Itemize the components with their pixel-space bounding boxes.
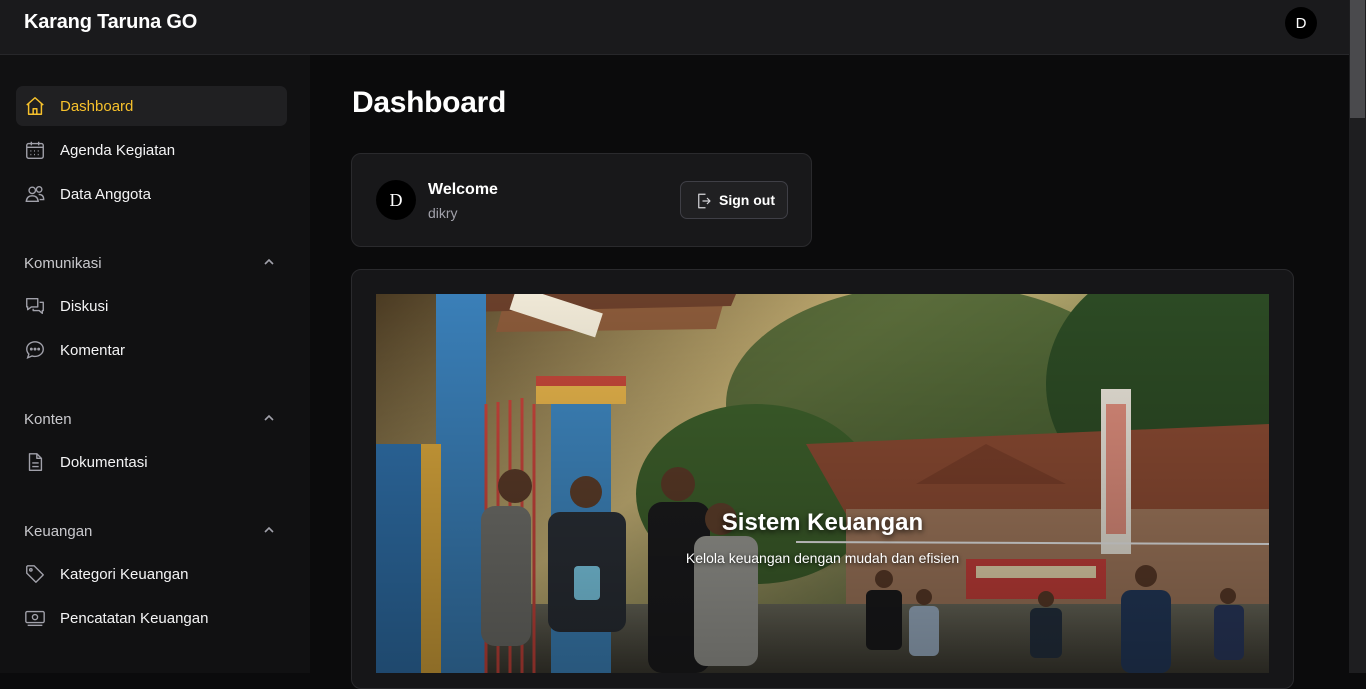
- sign-out-button[interactable]: Sign out: [680, 181, 788, 219]
- sidebar-item-label: Data Anggota: [60, 185, 151, 203]
- banner-title: Sistem Keuangan: [721, 509, 924, 536]
- top-bar: Karang Taruna GO D: [0, 0, 1349, 55]
- users-icon: [25, 185, 45, 203]
- chevron-up-icon[interactable]: [262, 411, 276, 425]
- section-label-komunikasi: Komunikasi: [24, 255, 102, 272]
- calendar-icon: [26, 141, 44, 159]
- sidebar-item-label: Komentar: [60, 341, 126, 359]
- sign-out-label: Sign out: [719, 192, 775, 208]
- chevron-up-icon[interactable]: [262, 255, 276, 269]
- banner-subtitle: Kelola keuangan dengan mudah dan efisien: [685, 550, 960, 566]
- scrollbar-thumb[interactable]: [1350, 0, 1365, 118]
- welcome-title: Welcome: [428, 181, 498, 198]
- section-label-konten: Konten: [24, 411, 72, 428]
- chevron-up-icon[interactable]: [262, 523, 276, 537]
- user-avatar[interactable]: D: [1285, 7, 1317, 39]
- page-scrollbar[interactable]: [1349, 0, 1366, 673]
- sidebar-item-pencatatan-keuangan[interactable]: Pencatatan Keuangan: [16, 598, 287, 638]
- welcome-card: D Welcome dikry Sign out: [351, 153, 812, 247]
- sidebar-item-dashboard[interactable]: Dashboard: [16, 86, 287, 126]
- document-icon: [28, 453, 43, 471]
- chat-bubbles-icon: [26, 297, 44, 315]
- sidebar: Dashboard Agenda Kegiatan Data Anggota K…: [0, 55, 310, 673]
- sidebar-item-label: Kategori Keuangan: [60, 565, 189, 583]
- sidebar-item-label: Dokumentasi: [60, 453, 148, 471]
- sidebar-item-label: Pencatatan Keuangan: [60, 609, 209, 627]
- sidebar-item-label: Dashboard: [60, 97, 134, 115]
- sidebar-item-komentar[interactable]: Komentar: [16, 330, 287, 370]
- tag-icon: [26, 565, 44, 583]
- sign-out-icon: [698, 193, 711, 209]
- hero-banner: Sistem Keuangan Kelola keuangan dengan m…: [376, 294, 1269, 673]
- sidebar-item-agenda-kegiatan[interactable]: Agenda Kegiatan: [16, 130, 287, 170]
- sidebar-item-kategori-keuangan[interactable]: Kategori Keuangan: [16, 554, 287, 594]
- welcome-username: dikry: [428, 205, 458, 221]
- sidebar-item-dokumentasi[interactable]: Dokumentasi: [16, 442, 287, 482]
- money-icon: [25, 610, 45, 627]
- app-title: Karang Taruna GO: [24, 11, 198, 33]
- sidebar-item-label: Diskusi: [60, 297, 109, 315]
- sidebar-item-data-anggota[interactable]: Data Anggota: [16, 174, 287, 214]
- banner-photo-image: [376, 294, 1269, 673]
- sidebar-item-label: Agenda Kegiatan: [60, 141, 176, 159]
- section-label-keuangan: Keuangan: [24, 523, 93, 540]
- avatar: D: [376, 180, 416, 220]
- sidebar-item-diskusi[interactable]: Diskusi: [16, 286, 287, 326]
- home-icon: [26, 97, 44, 115]
- page-title: Dashboard: [352, 86, 506, 119]
- comment-icon: [26, 341, 44, 360]
